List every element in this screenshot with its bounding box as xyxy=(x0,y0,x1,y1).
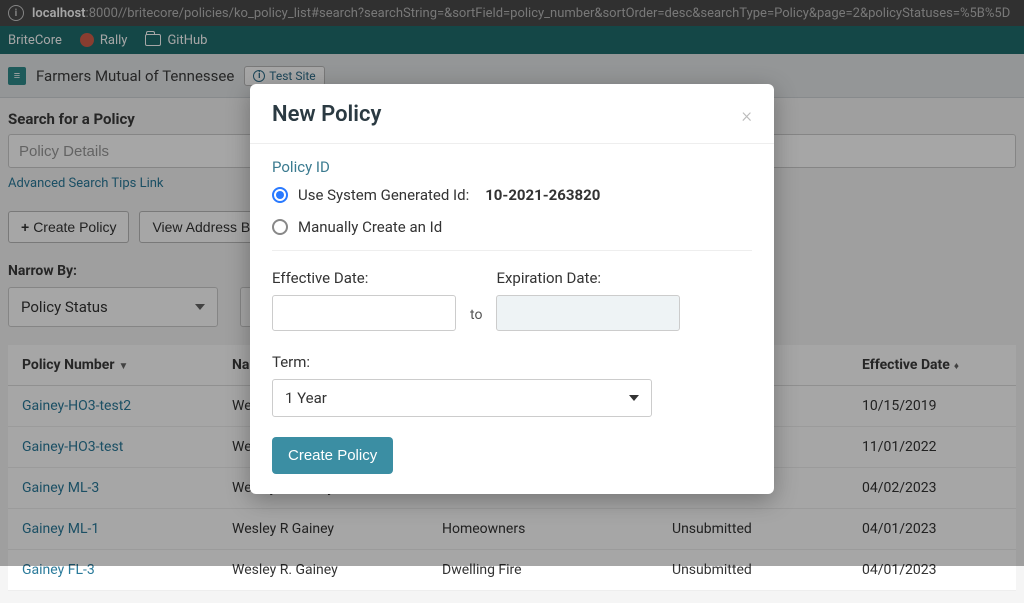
radio-label: Use System Generated Id: xyxy=(298,186,469,204)
expiration-date-label: Expiration Date: xyxy=(496,269,680,287)
new-policy-modal: New Policy × Policy ID Use System Genera… xyxy=(250,84,774,494)
chevron-down-icon xyxy=(629,395,639,401)
radio-manual-id[interactable]: Manually Create an Id xyxy=(272,218,752,236)
term-select[interactable]: 1 Year xyxy=(272,379,652,417)
to-label: to xyxy=(470,307,482,323)
divider xyxy=(272,250,752,251)
modal-overlay[interactable]: New Policy × Policy ID Use System Genera… xyxy=(0,0,1024,566)
effective-date-input[interactable] xyxy=(272,295,456,331)
expiration-date-input[interactable] xyxy=(496,295,680,331)
radio-unchecked-icon xyxy=(272,219,288,235)
radio-label: Manually Create an Id xyxy=(298,218,442,236)
policy-id-label: Policy ID xyxy=(272,158,752,176)
modal-title: New Policy xyxy=(272,102,381,127)
radio-system-generated[interactable]: Use System Generated Id: 10-2021-263820 xyxy=(272,186,752,204)
button-label: Create Policy xyxy=(288,447,377,464)
term-value: 1 Year xyxy=(285,389,327,407)
create-policy-submit-button[interactable]: Create Policy xyxy=(272,437,393,474)
radio-checked-icon xyxy=(272,187,288,203)
generated-id-value: 10-2021-263820 xyxy=(485,186,600,204)
term-label: Term: xyxy=(272,353,752,371)
close-icon[interactable]: × xyxy=(742,103,752,127)
effective-date-label: Effective Date: xyxy=(272,269,456,287)
